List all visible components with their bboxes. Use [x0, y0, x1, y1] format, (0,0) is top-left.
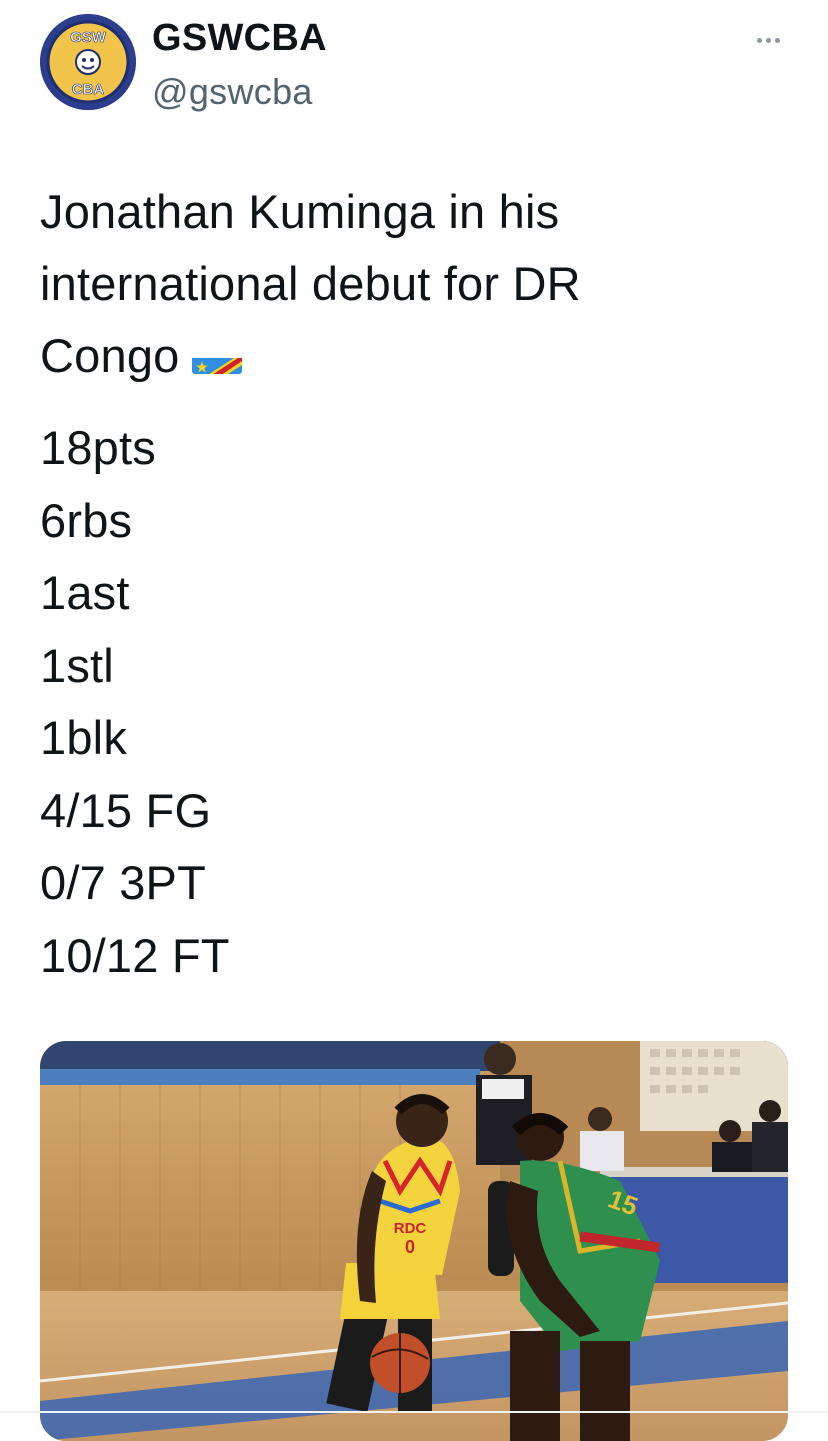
jersey-number: 0 [405, 1237, 415, 1257]
more-horizontal-icon [756, 37, 762, 43]
tweet-text: Jonathan Kuminga in his international de… [40, 176, 800, 392]
more-options-button[interactable] [748, 30, 788, 50]
gswcba-logo-icon: GSW CBA [40, 14, 136, 110]
tweet-text-word: Congo [40, 329, 180, 382]
stats-list: 18pts 6rbs 1ast 1stl 1blk 4/15 FG 0/7 3P… [40, 412, 640, 992]
avatar-text-bottom: CBA [72, 81, 105, 98]
tweet-text-line: Congo [40, 320, 800, 392]
stat-blocks: 1blk [40, 711, 128, 764]
avatar-text-top: GSW [70, 29, 107, 46]
author-info: GSWCBA @gswcba [152, 16, 327, 114]
tweet-header: GSW CBA GSWCBA @gswcba [40, 14, 788, 114]
more-dot [774, 37, 780, 43]
stat-assists: 1ast [40, 566, 130, 619]
handle[interactable]: @gswcba [152, 70, 327, 114]
stat-steals: 1stl [40, 638, 114, 692]
stat-three-pointers: 0/7 3PT [40, 856, 206, 909]
jersey-front-text: RDC [394, 1220, 427, 1237]
more-dot [765, 37, 771, 43]
tweet-photo[interactable]: RDC 0 15 [40, 1041, 788, 1441]
avatar[interactable]: GSW CBA [40, 14, 136, 110]
display-name[interactable]: GSWCBA [152, 16, 327, 60]
basketball-photo: RDC 0 15 [40, 1041, 788, 1441]
stat-free-throws: 10/12 FT [40, 928, 230, 982]
flag-dr-congo-icon [191, 340, 242, 374]
stat-rebounds: 6rbs [40, 493, 133, 547]
stat-field-goals: 4/15 FG [40, 783, 212, 837]
stat-points: 18pts [40, 421, 156, 474]
tweet-text-line: Jonathan Kuminga in his [40, 185, 560, 238]
tweet-text-line: international debut for DR [40, 257, 581, 310]
